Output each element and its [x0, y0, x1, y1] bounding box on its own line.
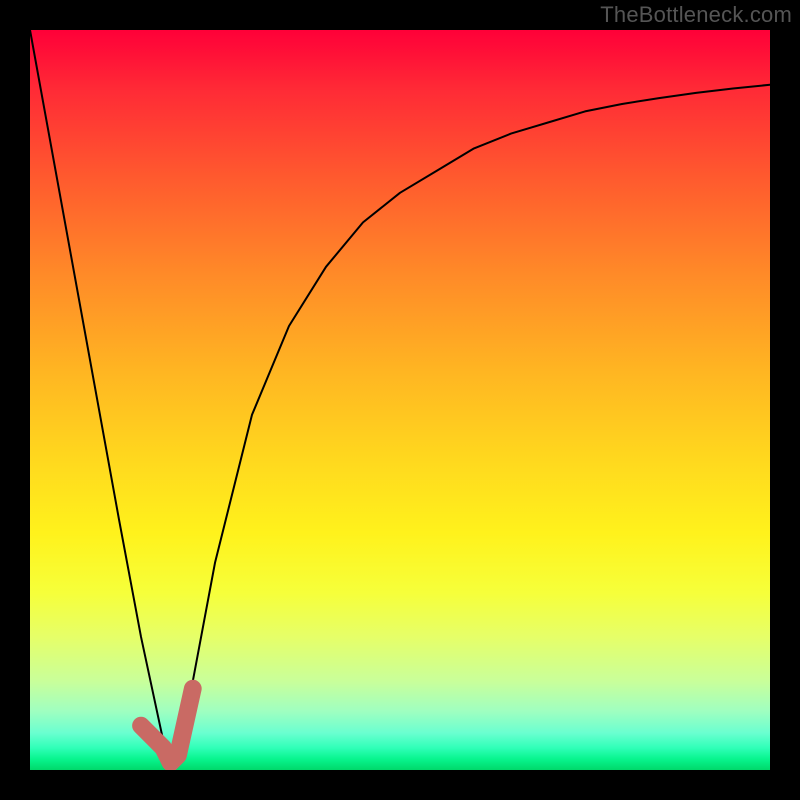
curve-svg	[30, 30, 770, 770]
highlight-segment	[141, 689, 193, 763]
plot-area	[30, 30, 770, 770]
bottleneck-curve	[30, 30, 770, 763]
watermark-text: TheBottleneck.com	[600, 2, 792, 28]
chart-frame: TheBottleneck.com	[0, 0, 800, 800]
